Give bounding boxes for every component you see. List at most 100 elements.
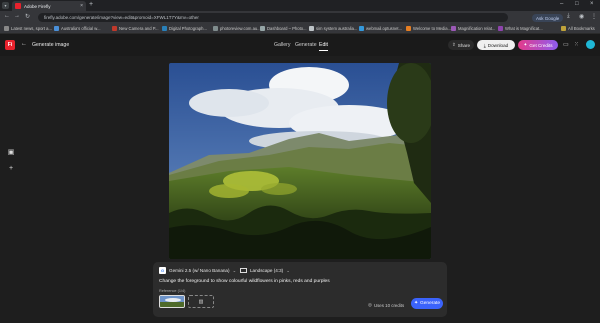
bookmark-icon [451,26,456,31]
bookmark-icon [213,26,218,31]
share-label: Share [457,42,471,48]
bookmark-icon [406,26,411,31]
folder-icon [561,26,566,31]
bookmark-label: Latest news, sport a... [11,26,52,31]
chevron-down-icon: ⌄ [286,267,290,273]
profile-icon[interactable]: ◉ [579,13,584,20]
bookmark-label: webmail.optusnet... [366,26,403,31]
bookmark-label: What is Magnificat... [505,26,543,31]
generated-image[interactable] [169,63,431,259]
download-icon: ⤓ [483,42,486,48]
get-credits-button[interactable]: ✦ Get Credits [518,40,558,50]
all-bookmarks[interactable]: All Bookmarks [561,26,595,31]
aspect-ratio-icon [240,268,247,273]
avatar[interactable] [586,40,595,49]
tab-generate[interactable]: Generate [295,42,317,48]
forward-icon[interactable]: → [14,13,20,19]
bookmark-item[interactable]: sim system australia... [309,26,357,31]
uses-credits: ◎ Uses 10 credits [368,302,404,308]
browser-tab-title: Adobe Firefly [24,3,51,9]
firefly-favicon-icon [15,3,21,9]
image-tool-icon[interactable]: ▣ [6,148,16,158]
get-credits-label: Get Credits [529,42,553,48]
firefly-header: Fi ← Generate image Gallery Generate Edi… [0,35,600,55]
back-icon[interactable]: ← [4,13,10,19]
browser-tab-firefly[interactable]: Adobe Firefly × [12,1,86,11]
new-tab-icon[interactable]: + [89,1,93,8]
tab-gallery[interactable]: Gallery [274,42,290,48]
aspect-ratio-selector[interactable]: Landscape (4:3) ⌄ [240,266,290,275]
bookmark-item[interactable]: webmail.optusnet... [359,26,402,31]
generate-label: Generate [420,301,441,306]
menu-icon[interactable]: ⋮ [591,13,597,20]
tab-edit[interactable]: Edit [319,42,328,48]
add-reference-button[interactable]: ▨ [188,295,214,308]
maximize-icon[interactable]: □ [575,1,579,7]
bookmark-icon [359,26,364,31]
bookmark-item[interactable]: Dashboard – Photo... [260,26,307,31]
model-label: Gemini 2.5 (w/ Nano Banana) [169,268,230,273]
back-arrow-icon[interactable]: ← [21,41,27,47]
bookmark-label: New Camera and P... [119,26,159,31]
model-selector[interactable]: G Gemini 2.5 (w/ Nano Banana) ⌄ [159,266,236,275]
landscape-photo [169,63,431,259]
bookmark-item[interactable]: Magnification relat... [451,26,495,31]
bookmark-icon [498,26,503,31]
bookmark-label: sim system australia... [316,26,358,31]
apps-grid-icon[interactable]: ⁙ [574,41,579,48]
reference-label: Reference (1/4) [159,289,186,293]
bookmark-item[interactable]: What is Magnificat... [498,26,543,31]
bookmark-label: photoreview.com.au... [220,26,261,31]
browser-toolbar: ← → ↻ firefly.adobe.com/generate/image?v… [0,11,600,24]
credits-icon: ◎ [368,302,372,307]
close-window-icon[interactable]: × [590,1,594,7]
sparkle-icon: ✦ [413,301,418,306]
bookmark-icon [112,26,117,31]
reload-icon[interactable]: ↻ [25,13,30,20]
bookmark-label: Magnification relat... [458,26,496,31]
generate-button[interactable]: ✦ Generate [411,298,443,309]
bookmark-label: Australia's official w... [61,26,101,31]
download-icon[interactable]: ⤓ [567,13,570,20]
download-button[interactable]: ⤓ Download [477,40,515,50]
bookmark-icon [4,26,9,31]
address-bar[interactable]: firefly.adobe.com/generate/image?view=ed… [38,13,508,22]
bookmark-item[interactable]: New Camera and P... [112,26,159,31]
bookmark-item[interactable]: Welcome to Media... [406,26,451,31]
chat-icon[interactable]: ▭ [563,41,569,48]
uses-credits-label: Uses 10 credits [373,302,405,308]
gemini-logo-icon: G [159,267,166,274]
close-tab-icon[interactable]: × [80,3,83,9]
aspect-ratio-label: Landscape (4:3) [250,268,284,273]
bookmark-label: Welcome to Media... [413,26,452,31]
prompt-input[interactable]: Change the foreground to show colourful … [159,279,330,284]
tab-search-icon[interactable]: ▾ [2,2,9,9]
bookmark-item[interactable]: photoreview.com.au... [213,26,261,31]
bookmark-icon [162,26,167,31]
bookmark-item[interactable]: Digital Photograph... [162,26,207,31]
credits-icon: ✦ [523,42,528,47]
reference-thumbnail[interactable] [159,295,185,308]
bookmark-icon [54,26,59,31]
url-text: firefly.adobe.com/generate/image?view=ed… [44,15,199,20]
share-icon: ⇪ [451,42,456,47]
browser-tab-strip: ▾ Adobe Firefly × + – □ × [0,0,600,11]
prompt-panel: G Gemini 2.5 (w/ Nano Banana) ⌄ Landscap… [153,262,447,317]
firefly-logo[interactable]: Fi [5,40,15,50]
minimize-icon[interactable]: – [560,1,563,7]
page-title: Generate image [32,42,70,48]
all-bookmarks-label: All Bookmarks [568,26,595,31]
share-button[interactable]: ⇪ Share [448,40,474,50]
bookmark-label: Digital Photograph... [169,26,207,31]
bookmark-item[interactable]: Latest news, sport a... [4,26,52,31]
reference-image [160,296,184,307]
bookmark-item[interactable]: Australia's official w... [54,26,101,31]
bookmark-icon [309,26,314,31]
bookmarks-bar: Latest news, sport a... Australia's offi… [0,24,600,34]
ask-google-button[interactable]: Ask Google [532,14,564,22]
bookmark-label: Dashboard – Photo... [267,26,307,31]
active-tab-indicator [319,50,328,51]
add-icon[interactable]: + [6,164,16,174]
chevron-down-icon: ⌄ [232,267,237,273]
ask-google-label: Ask Google [536,15,560,21]
